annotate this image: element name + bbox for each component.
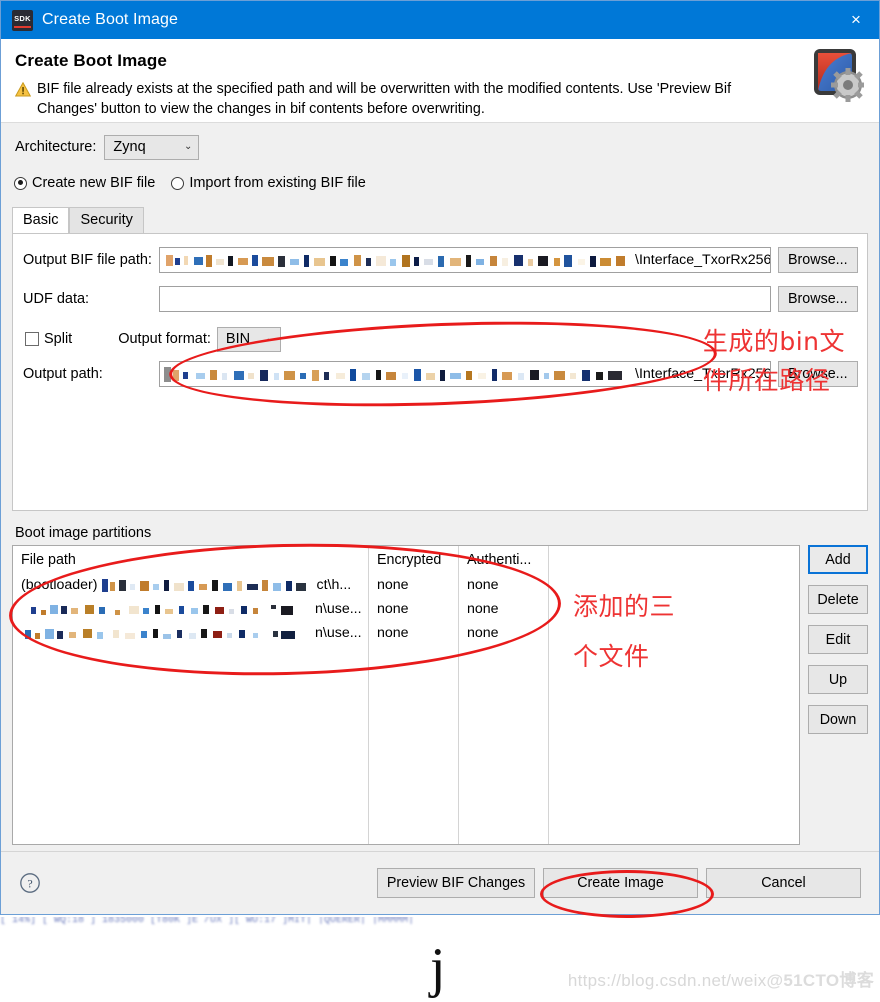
output-format-select[interactable]: BIN ⌄ (216, 326, 281, 352)
cell-file-path-tail: n\use... (315, 601, 362, 617)
table-row[interactable]: n\use... none none (13, 597, 799, 621)
partitions-group-label: Boot image partitions (15, 525, 152, 541)
redacted-path-pixels (25, 628, 295, 639)
warning-row: BIF file already exists at the specified… (15, 80, 879, 119)
window-title: Create Boot Image (42, 11, 178, 28)
radio-dot-selected (14, 176, 27, 190)
watermark-url: https://blog.csdn.net/weix (567, 971, 767, 990)
column-header-authenticated[interactable]: Authenti... (458, 546, 548, 573)
cell-file-path-prefix: (bootloader) (21, 577, 98, 593)
tab-basic[interactable]: Basic (12, 207, 70, 233)
cell-file-path: n\use... (13, 621, 368, 645)
annotation-bin-path-line2: 件所在路径 (702, 366, 831, 395)
tab-bar: Basic Security (12, 207, 879, 233)
watermark-site: @51CTO博客 (766, 971, 874, 990)
cell-authenticated: none (458, 573, 548, 597)
split-checkbox[interactable] (25, 332, 39, 346)
bif-mode-radio-group: Create new BIF file Import from existing… (14, 173, 879, 193)
annotation-added-files-line1: 添加的三 (573, 592, 676, 621)
annotation-bin-path: 生成的bin文 件所在路径 (703, 322, 845, 400)
close-icon[interactable]: × (833, 1, 879, 39)
output-bif-path-input[interactable]: \Interface_TxorRx256_14w_15 (159, 247, 771, 273)
edit-button[interactable]: Edit (808, 625, 868, 654)
redacted-path-pixels (166, 254, 625, 267)
sdk-icon: SDK (12, 9, 33, 31)
page-title: Create Boot Image (15, 51, 167, 70)
annotation-bin-path-line1: 生成的bin文 (702, 327, 845, 356)
output-format-label: Output format: (118, 331, 211, 347)
output-bif-path-value: \Interface_TxorRx256_14w_15 (635, 252, 771, 268)
background-console-line: [ 14%] [ WQ:18 ] 1835000 [T80K ]E /UX ][… (0, 917, 415, 926)
cell-file-path-tail: n\use... (315, 625, 362, 641)
chevron-down-icon: ⌄ (265, 333, 274, 344)
delete-button[interactable]: Delete (808, 585, 868, 614)
stray-character: j (430, 937, 446, 999)
tab-security[interactable]: Security (69, 207, 144, 233)
down-button[interactable]: Down (808, 705, 868, 734)
bif-path-browse-button[interactable]: Browse... (778, 247, 858, 273)
background-console-strip: [ 14%] [ WQ:18 ] 1835000 [T80K ]E /UX ][… (0, 917, 880, 929)
dialog-body: Architecture: Zynq ⌄ Create new BIF file… (1, 134, 879, 845)
architecture-value: Zynq (113, 139, 146, 155)
udf-browse-button[interactable]: Browse... (778, 286, 858, 312)
redacted-path-pixels (31, 604, 293, 615)
watermark: https://blog.csdn.net/weix@51CTO博客 (568, 966, 874, 991)
table-row[interactable]: (bootloader) ct\h... none none (13, 573, 799, 597)
warning-text: BIF file already exists at the specified… (37, 81, 732, 117)
dialog-footer: ? Preview BIF Changes Create Image Cance… (1, 851, 879, 914)
output-bif-path-label: Output BIF file path: (23, 252, 152, 268)
radio-create-new-bif[interactable]: Create new BIF file (14, 175, 155, 191)
udf-data-label: UDF data: (23, 291, 90, 307)
warning-triangle-icon (15, 82, 31, 97)
cancel-button[interactable]: Cancel (706, 868, 861, 898)
output-path-label: Output path: (23, 366, 103, 382)
output-format-value: BIN (225, 331, 251, 347)
cell-encrypted: none (368, 573, 458, 597)
svg-text:?: ? (27, 877, 32, 891)
partitions-table[interactable]: File path Encrypted Authenti... (bootloa… (12, 545, 800, 845)
partitions-area: File path Encrypted Authenti... (bootloa… (12, 545, 868, 845)
column-header-blank[interactable] (548, 546, 799, 573)
architecture-select[interactable]: Zynq ⌄ (104, 134, 200, 160)
architecture-label: Architecture: (15, 139, 97, 155)
radio-import-existing-bif[interactable]: Import from existing BIF file (171, 175, 366, 191)
preview-bif-changes-button[interactable]: Preview BIF Changes (377, 868, 535, 898)
create-image-button[interactable]: Create Image (543, 868, 698, 898)
cell-encrypted: none (368, 597, 458, 621)
cell-file-path-tail: ct\h... (316, 577, 352, 593)
sdk-gear-icon (812, 47, 865, 103)
radio-dot-unselected (171, 176, 185, 190)
cell-authenticated: none (458, 621, 548, 645)
partition-action-buttons: Add Delete Edit Up Down (808, 545, 868, 745)
add-button[interactable]: Add (808, 545, 868, 574)
redacted-path-pixels (164, 366, 622, 382)
create-boot-image-dialog: SDK Create Boot Image × Create Boot Imag… (0, 0, 880, 915)
radio-import-existing-bif-label: Import from existing BIF file (189, 175, 366, 191)
udf-data-input[interactable] (159, 286, 771, 312)
radio-create-new-bif-label: Create new BIF file (32, 175, 156, 191)
cell-file-path: (bootloader) ct\h... (13, 573, 368, 597)
table-header-row: File path Encrypted Authenti... (13, 546, 799, 573)
output-bif-path-row: Output BIF file path: \Interface_TxorRx2… (23, 247, 867, 273)
annotation-added-files: 添加的三 个文件 (573, 582, 675, 682)
cell-file-path: n\use... (13, 597, 368, 621)
title-bar: SDK Create Boot Image × (1, 1, 879, 39)
architecture-row: Architecture: Zynq ⌄ (15, 134, 879, 160)
cell-authenticated: none (458, 597, 548, 621)
help-question-icon[interactable]: ? (19, 872, 41, 894)
annotation-added-files-line2: 个文件 (573, 642, 650, 671)
cell-encrypted: none (368, 621, 458, 645)
up-button[interactable]: Up (808, 665, 868, 694)
chevron-down-icon: ⌄ (184, 141, 193, 152)
split-label: Split (44, 331, 73, 347)
udf-data-row: UDF data: Browse... (23, 286, 867, 312)
dialog-header: Create Boot Image BIF file already exist… (1, 39, 879, 123)
basic-tab-panel: Output BIF file path: \Interface_TxorRx2… (12, 233, 868, 511)
column-header-file-path[interactable]: File path (13, 546, 368, 573)
column-header-encrypted[interactable]: Encrypted (368, 546, 458, 573)
output-path-input[interactable]: \Interface_TxorRx256_14w_15 (159, 361, 771, 387)
redacted-path-pixels (101, 578, 306, 592)
table-row[interactable]: n\use... none none (13, 621, 799, 645)
